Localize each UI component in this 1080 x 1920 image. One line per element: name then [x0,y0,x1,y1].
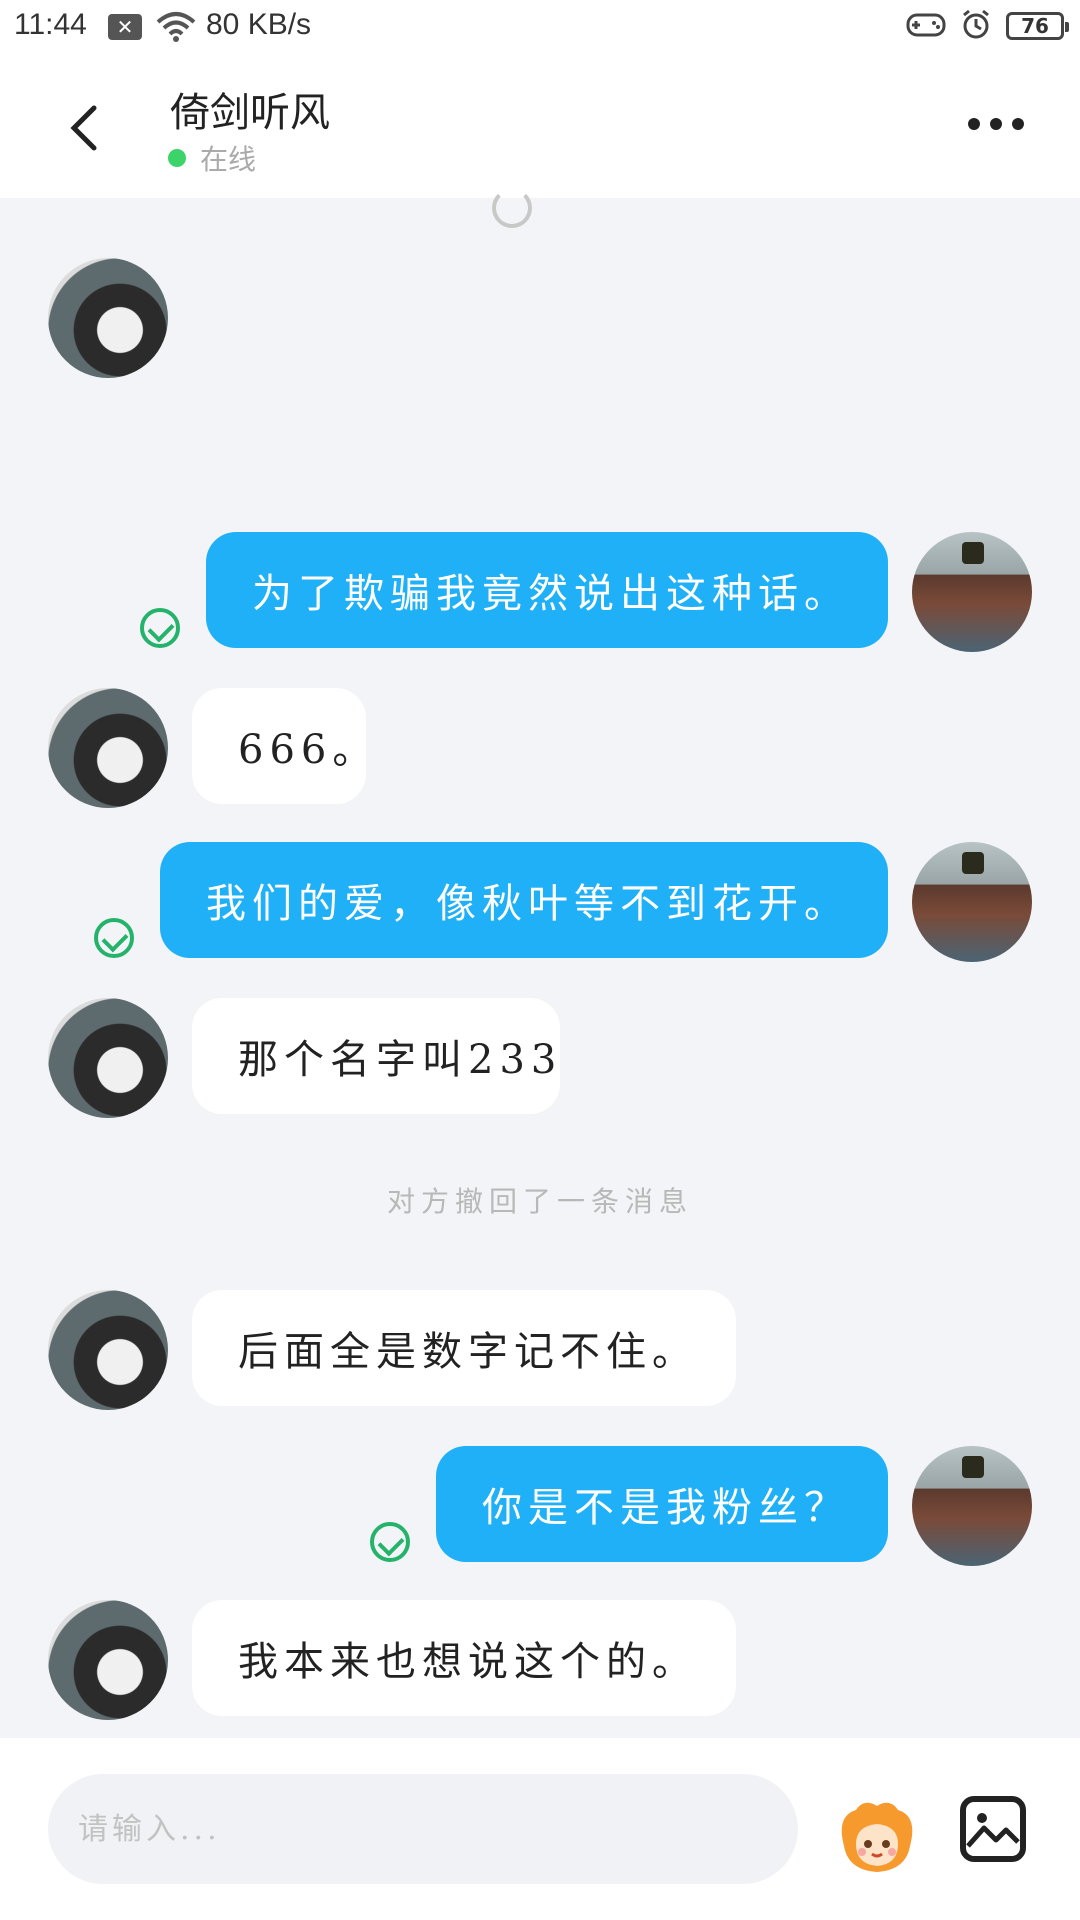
status-bar: 11:44 ✕ 80 KB/s 76 [0,0,1080,54]
chevron-left-icon [70,105,97,151]
message-bubble-other[interactable]: 那个名字叫233 [192,998,560,1114]
recall-notice: 对方撤回了一条消息 [386,1185,693,1218]
online-status-dot [168,149,186,167]
contact-avatar[interactable] [48,258,168,378]
message-bubble-other[interactable]: 后面全是数字记不住。 [192,1290,736,1406]
image-icon [966,1813,1020,1848]
more-options-button[interactable] [968,118,1024,130]
contact-avatar[interactable] [48,1600,168,1720]
message-bubble-self[interactable]: 我们的爱，像秋叶等不到花开。 [160,842,888,958]
contact-name: 倚剑听风 [170,90,330,136]
emoji-button[interactable] [834,1796,920,1876]
contact-avatar[interactable] [48,688,168,808]
dot-icon [1012,118,1024,130]
message-bubble-other[interactable]: 我本来也想说这个的。 [192,1600,736,1716]
mascot-emoji-icon [841,1802,913,1872]
contact-avatar[interactable] [48,998,168,1118]
alarm-icon [960,8,992,44]
clock: 11:44 [14,8,87,41]
message-input-bar [0,1738,1080,1920]
wifi-icon [156,10,196,48]
online-status-text: 在线 [200,143,257,176]
network-speed: 80 KB/s [206,8,312,41]
image-picker-button[interactable] [960,1796,1026,1862]
my-avatar[interactable] [912,532,1032,652]
message-bubble-other[interactable]: 666。 [192,688,372,804]
my-avatar[interactable] [912,842,1032,962]
message-bubble-self[interactable]: 你是不是我粉丝？ [436,1446,888,1562]
dot-icon [968,118,980,130]
my-avatar[interactable] [912,1446,1032,1566]
chat-header: 倚剑听风 在线 [0,54,1080,198]
loading-spinner-icon [492,188,532,228]
notification-close-icon: ✕ [108,14,142,40]
battery-indicator: 76 [1006,12,1069,40]
read-check-icon [94,918,134,958]
message-bubble-self[interactable]: 为了欺骗我竟然说出这种话。 [206,532,888,648]
read-check-icon [140,608,180,648]
dot-icon [990,118,1002,130]
read-check-icon [370,1522,410,1562]
game-controller-icon [906,9,946,43]
message-input[interactable] [48,1774,798,1884]
back-button[interactable] [56,98,116,158]
contact-avatar[interactable] [48,1290,168,1410]
